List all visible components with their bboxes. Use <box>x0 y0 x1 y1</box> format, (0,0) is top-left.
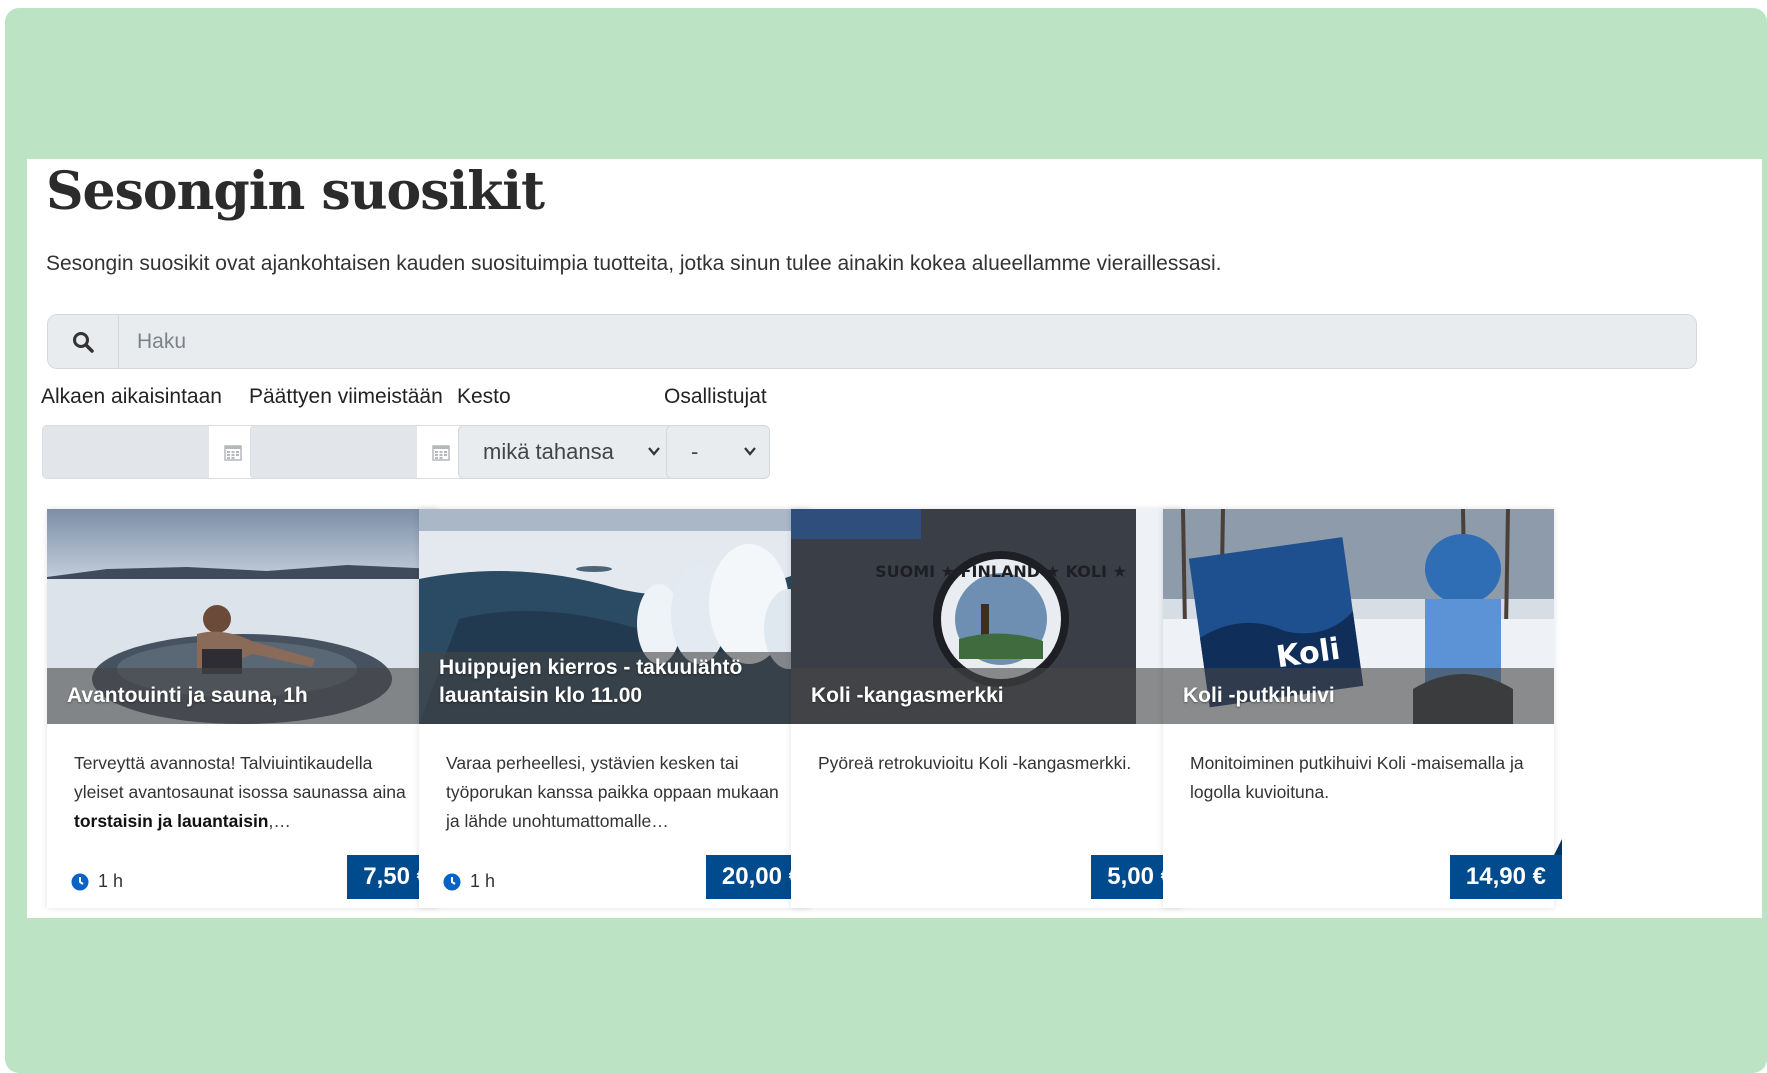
end-date-input[interactable] <box>250 425 466 479</box>
search-bar <box>47 314 1697 369</box>
end-date-label: Päättyen viimeistään <box>249 385 443 408</box>
start-date-input[interactable] <box>42 425 258 479</box>
badge-text: SUOMI ★ FINLAND ★ KOLI ★ <box>875 562 1127 581</box>
chevron-down-icon <box>744 447 756 456</box>
clock-icon <box>443 873 461 890</box>
product-image[interactable]: Huippujen kierros - takuulähtö lauantais… <box>419 509 810 724</box>
product-card[interactable]: Huippujen kierros - takuulähtö lauantais… <box>419 509 819 908</box>
start-date-field[interactable] <box>43 426 209 478</box>
participants-select-value: - <box>691 439 699 464</box>
participants-label: Osallistujat <box>664 385 767 408</box>
clock-icon <box>71 873 89 890</box>
product-description: Pyöreä retrokuvioitu Koli -kangasmerkki. <box>818 753 1132 773</box>
duration-select-value: mikä tahansa <box>483 439 614 464</box>
product-card[interactable]: Koli Koli -putkihuivi Monitoiminen putki… <box>1163 509 1563 908</box>
product-description: Terveyttä avannosta! Talviuintikaudella … <box>74 753 406 831</box>
product-title[interactable]: Koli -kangasmerkki <box>811 682 1168 710</box>
product-duration: 1 h <box>71 871 123 892</box>
product-card[interactable]: SUOMI ★ FINLAND ★ KOLI ★ Koli -kangasmer… <box>791 509 1190 908</box>
page-description: Sesongin suosikit ovat ajankohtaisen kau… <box>46 252 1222 275</box>
search-icon <box>73 331 94 353</box>
end-date-field[interactable] <box>251 426 417 478</box>
duration-label: Kesto <box>457 385 511 408</box>
product-image[interactable]: Koli Koli -putkihuivi <box>1163 509 1554 724</box>
product-description: Monitoiminen putkihuivi Koli -maisemalla… <box>1190 753 1524 802</box>
duration-value: 1 h <box>470 871 496 891</box>
product-description: Varaa perheellesi, ystävien kesken tai t… <box>446 753 779 831</box>
product-title[interactable]: Avantouinti ja sauna, 1h <box>67 682 424 710</box>
seasonal-favorites-section: Sesongin suosikit Sesongin suosikit ovat… <box>27 159 1762 918</box>
duration-value: 1 h <box>98 871 124 891</box>
participants-select[interactable]: - <box>666 425 770 479</box>
product-title[interactable]: Koli -putkihuivi <box>1183 682 1540 710</box>
start-date-label: Alkaen aikaisintaan <box>41 385 222 408</box>
search-input[interactable] <box>119 315 1696 368</box>
product-card[interactable]: Avantouinti ja sauna, 1h Terveyttä avann… <box>47 509 446 908</box>
duration-select[interactable]: mikä tahansa <box>458 425 674 479</box>
price-badge: 14,90 € <box>1449 839 1563 899</box>
product-image[interactable]: Avantouinti ja sauna, 1h <box>47 509 438 724</box>
page-title: Sesongin suosikit <box>46 161 545 222</box>
product-title[interactable]: Huippujen kierros - takuulähtö lauantais… <box>439 654 796 710</box>
product-duration: 1 h <box>443 871 495 892</box>
chevron-down-icon <box>648 447 660 456</box>
product-image[interactable]: SUOMI ★ FINLAND ★ KOLI ★ Koli -kangasmer… <box>791 509 1182 724</box>
search-button[interactable] <box>48 315 119 368</box>
calendar-icon <box>432 445 450 461</box>
calendar-icon <box>224 445 242 461</box>
